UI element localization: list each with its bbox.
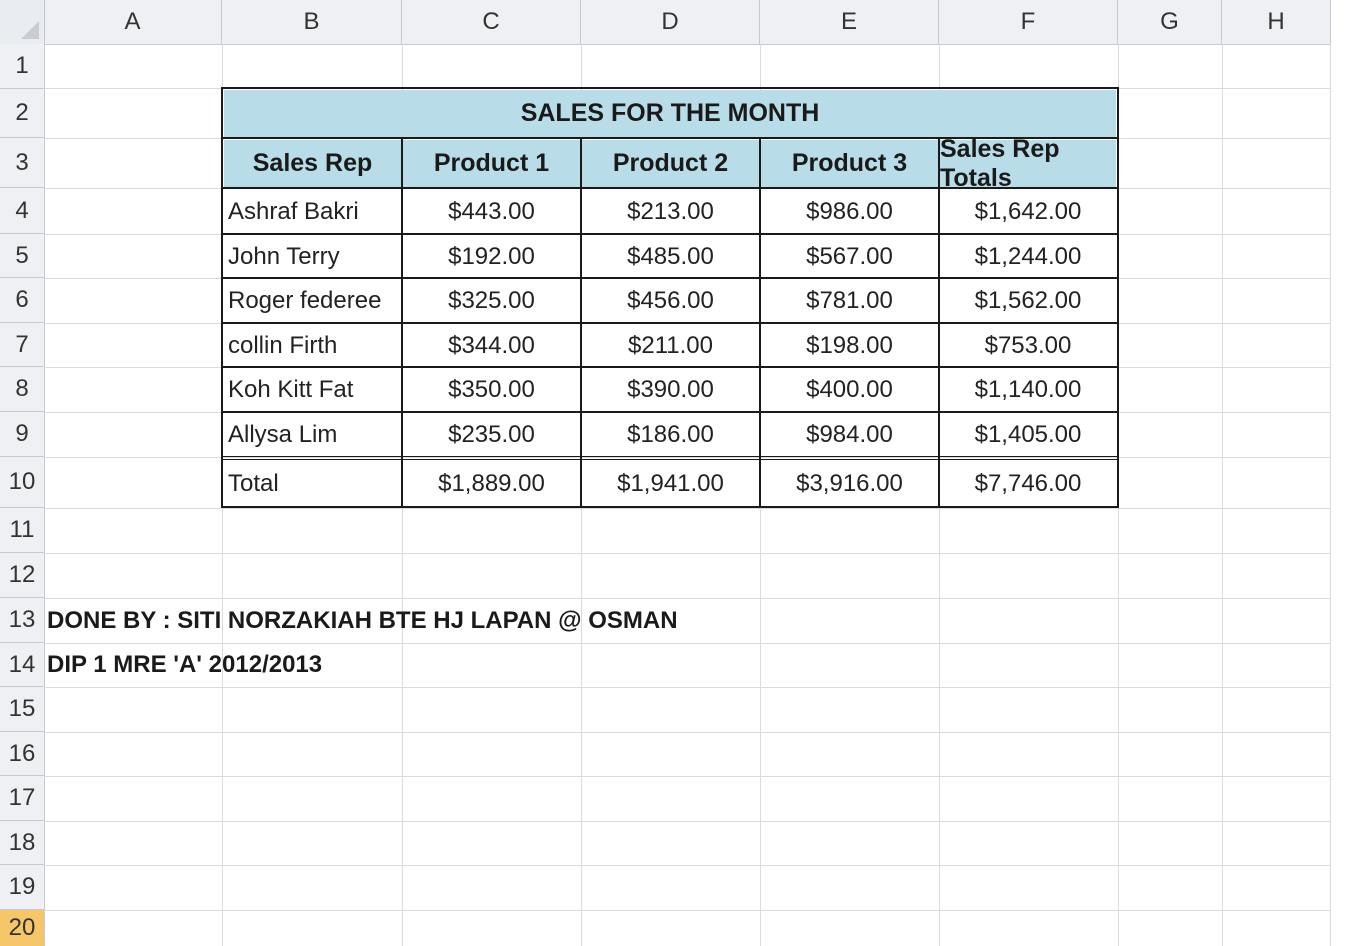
- table-border: [221, 456, 1119, 457]
- table-border: [221, 233, 1119, 235]
- column-header-c[interactable]: C: [402, 0, 581, 44]
- table-border: [221, 187, 1119, 189]
- header-product-1[interactable]: Product 1: [403, 140, 580, 187]
- cell-rep[interactable]: Allysa Lim: [224, 413, 401, 457]
- total-product-3[interactable]: $3,916.00: [761, 461, 938, 506]
- cell-product-3[interactable]: $781.00: [761, 279, 938, 323]
- row-header[interactable]: 8: [0, 367, 44, 412]
- table-title[interactable]: SALES FOR THE MONTH: [224, 90, 1116, 137]
- cell-rep[interactable]: Roger federee: [224, 279, 401, 323]
- cell-product-2[interactable]: $456.00: [582, 279, 759, 323]
- total-grand[interactable]: $7,746.00: [940, 461, 1116, 506]
- header-sales-rep-totals[interactable]: Sales Rep Totals: [940, 135, 1116, 192]
- table-border: [221, 322, 1119, 324]
- table-border: [221, 277, 1119, 279]
- row-header-active[interactable]: 20: [0, 910, 44, 946]
- row-header[interactable]: 16: [0, 732, 44, 776]
- cell-product-1[interactable]: $344.00: [403, 324, 580, 367]
- cell-rep-total[interactable]: $1,642.00: [940, 190, 1116, 234]
- column-header-d[interactable]: D: [581, 0, 760, 44]
- total-label[interactable]: Total: [224, 461, 401, 506]
- column-header-f[interactable]: F: [939, 0, 1118, 44]
- table-border: [221, 87, 1119, 89]
- table-border: [938, 138, 940, 508]
- cell-product-2[interactable]: $211.00: [582, 324, 759, 367]
- column-header-h[interactable]: H: [1222, 0, 1331, 44]
- column-header-a[interactable]: A: [44, 0, 222, 44]
- cell-rep-total[interactable]: $1,405.00: [940, 413, 1116, 457]
- table-border: [759, 138, 761, 508]
- row-header[interactable]: 18: [0, 821, 44, 865]
- cell-rep[interactable]: Koh Kitt Fat: [224, 368, 401, 412]
- column-header-b[interactable]: B: [222, 0, 402, 44]
- table-border: [401, 138, 403, 508]
- row-header[interactable]: 2: [0, 89, 44, 138]
- table-border: [221, 366, 1119, 368]
- cell-rep-total[interactable]: $1,562.00: [940, 279, 1116, 323]
- column-header-bar: A B C D E F G H: [0, 0, 1331, 45]
- cell-rep[interactable]: John Terry: [224, 235, 401, 278]
- cell-rep-total[interactable]: $753.00: [940, 324, 1116, 367]
- row-header[interactable]: 9: [0, 412, 44, 457]
- table-border: [221, 137, 1119, 139]
- total-product-1[interactable]: $1,889.00: [403, 461, 580, 506]
- table-border: [221, 506, 1119, 508]
- row-header[interactable]: 3: [0, 138, 44, 188]
- table-border: [1117, 87, 1119, 508]
- row-header[interactable]: 7: [0, 323, 44, 367]
- cell-product-3[interactable]: $198.00: [761, 324, 938, 367]
- row-header-bar: 1 2 3 4 5 6 7 8 9 10 11 12 13 14 15 16 1…: [0, 44, 45, 946]
- header-product-2[interactable]: Product 2: [582, 140, 759, 187]
- row-header[interactable]: 13: [0, 598, 44, 643]
- header-sales-rep[interactable]: Sales Rep: [224, 140, 401, 187]
- row-header[interactable]: 1: [0, 44, 44, 89]
- header-product-3[interactable]: Product 3: [761, 140, 938, 187]
- cell-product-3[interactable]: $984.00: [761, 413, 938, 457]
- cell-product-3[interactable]: $986.00: [761, 190, 938, 234]
- cell-rep[interactable]: Ashraf Bakri: [224, 190, 401, 234]
- table-border: [221, 459, 1119, 460]
- cell-product-3[interactable]: $400.00: [761, 368, 938, 412]
- cell-product-2[interactable]: $390.00: [582, 368, 759, 412]
- cell-product-1[interactable]: $192.00: [403, 235, 580, 278]
- cell-product-2[interactable]: $186.00: [582, 413, 759, 457]
- select-all-corner[interactable]: [0, 0, 45, 44]
- cell-product-3[interactable]: $567.00: [761, 235, 938, 278]
- cell-product-1[interactable]: $443.00: [403, 190, 580, 234]
- row-header[interactable]: 11: [0, 508, 44, 553]
- table-border: [580, 138, 582, 508]
- cell-product-1[interactable]: $350.00: [403, 368, 580, 412]
- row-header[interactable]: 12: [0, 553, 44, 598]
- right-blank-area: [1331, 0, 1366, 946]
- cell-product-2[interactable]: $485.00: [582, 235, 759, 278]
- cell-rep-total[interactable]: $1,140.00: [940, 368, 1116, 412]
- row-header[interactable]: 5: [0, 234, 44, 278]
- select-all-icon: [21, 21, 39, 39]
- table-border: [221, 87, 223, 508]
- total-product-2[interactable]: $1,941.00: [582, 461, 759, 506]
- cell-product-1[interactable]: $325.00: [403, 279, 580, 323]
- column-header-g[interactable]: G: [1118, 0, 1222, 44]
- cell-product-2[interactable]: $213.00: [582, 190, 759, 234]
- row-header[interactable]: 19: [0, 865, 44, 910]
- row-header[interactable]: 10: [0, 457, 44, 508]
- row-header[interactable]: 4: [0, 188, 44, 234]
- row-header[interactable]: 17: [0, 776, 44, 821]
- cell-rep[interactable]: collin Firth: [224, 324, 401, 367]
- row-header[interactable]: 14: [0, 643, 44, 687]
- class-note[interactable]: DIP 1 MRE 'A' 2012/2013: [47, 643, 322, 687]
- column-header-e[interactable]: E: [760, 0, 939, 44]
- cell-product-1[interactable]: $235.00: [403, 413, 580, 457]
- row-header[interactable]: 15: [0, 687, 44, 732]
- row-header[interactable]: 6: [0, 278, 44, 323]
- done-by-note[interactable]: DONE BY : SITI NORZAKIAH BTE HJ LAPAN @ …: [47, 599, 678, 643]
- table-border: [221, 411, 1119, 413]
- cell-rep-total[interactable]: $1,244.00: [940, 235, 1116, 278]
